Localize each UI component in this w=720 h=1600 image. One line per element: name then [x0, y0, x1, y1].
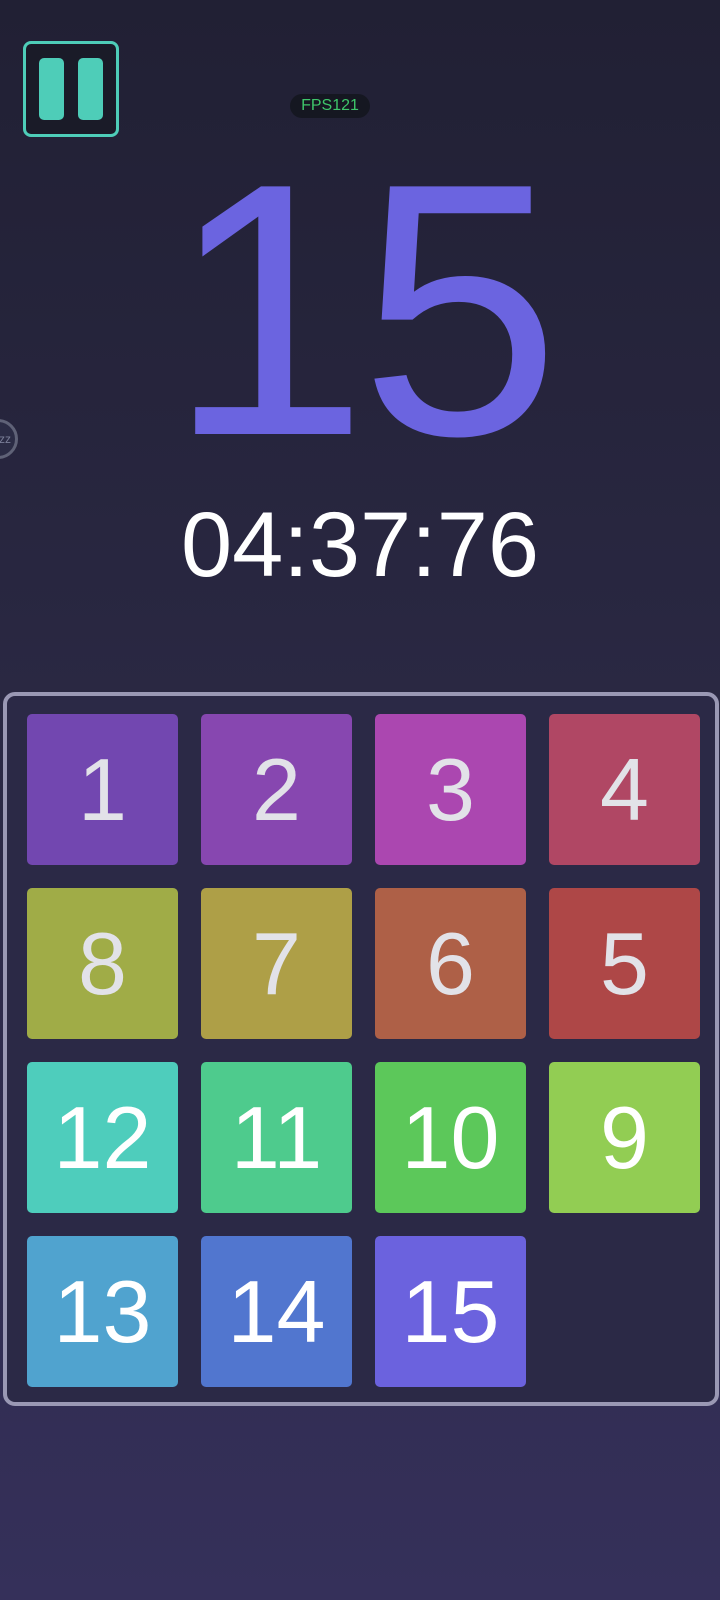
tile[interactable]: 10: [375, 1062, 526, 1213]
tile[interactable]: 11: [201, 1062, 352, 1213]
pause-icon-right-bar: [78, 58, 103, 120]
tile[interactable]: 5: [549, 888, 700, 1039]
tile[interactable]: 13: [27, 1236, 178, 1387]
tile[interactable]: 3: [375, 714, 526, 865]
puzzle-board: 1 2 3 4 8 7 6 5 12 11 10 9 13 14 15: [3, 692, 719, 1406]
tile[interactable]: 12: [27, 1062, 178, 1213]
empty-slot[interactable]: [549, 1236, 700, 1387]
pause-button[interactable]: [23, 41, 119, 137]
move-counter: 15: [167, 109, 560, 511]
tile[interactable]: 6: [375, 888, 526, 1039]
pause-icon-left-bar: [39, 58, 64, 120]
tile[interactable]: 4: [549, 714, 700, 865]
tile[interactable]: 2: [201, 714, 352, 865]
tile[interactable]: 7: [201, 888, 352, 1039]
tile[interactable]: 8: [27, 888, 178, 1039]
tile[interactable]: 1: [27, 714, 178, 865]
tile[interactable]: 14: [201, 1236, 352, 1387]
elapsed-timer: 04:37:76: [180, 494, 540, 596]
tile[interactable]: 9: [549, 1062, 700, 1213]
tile[interactable]: 15: [375, 1236, 526, 1387]
